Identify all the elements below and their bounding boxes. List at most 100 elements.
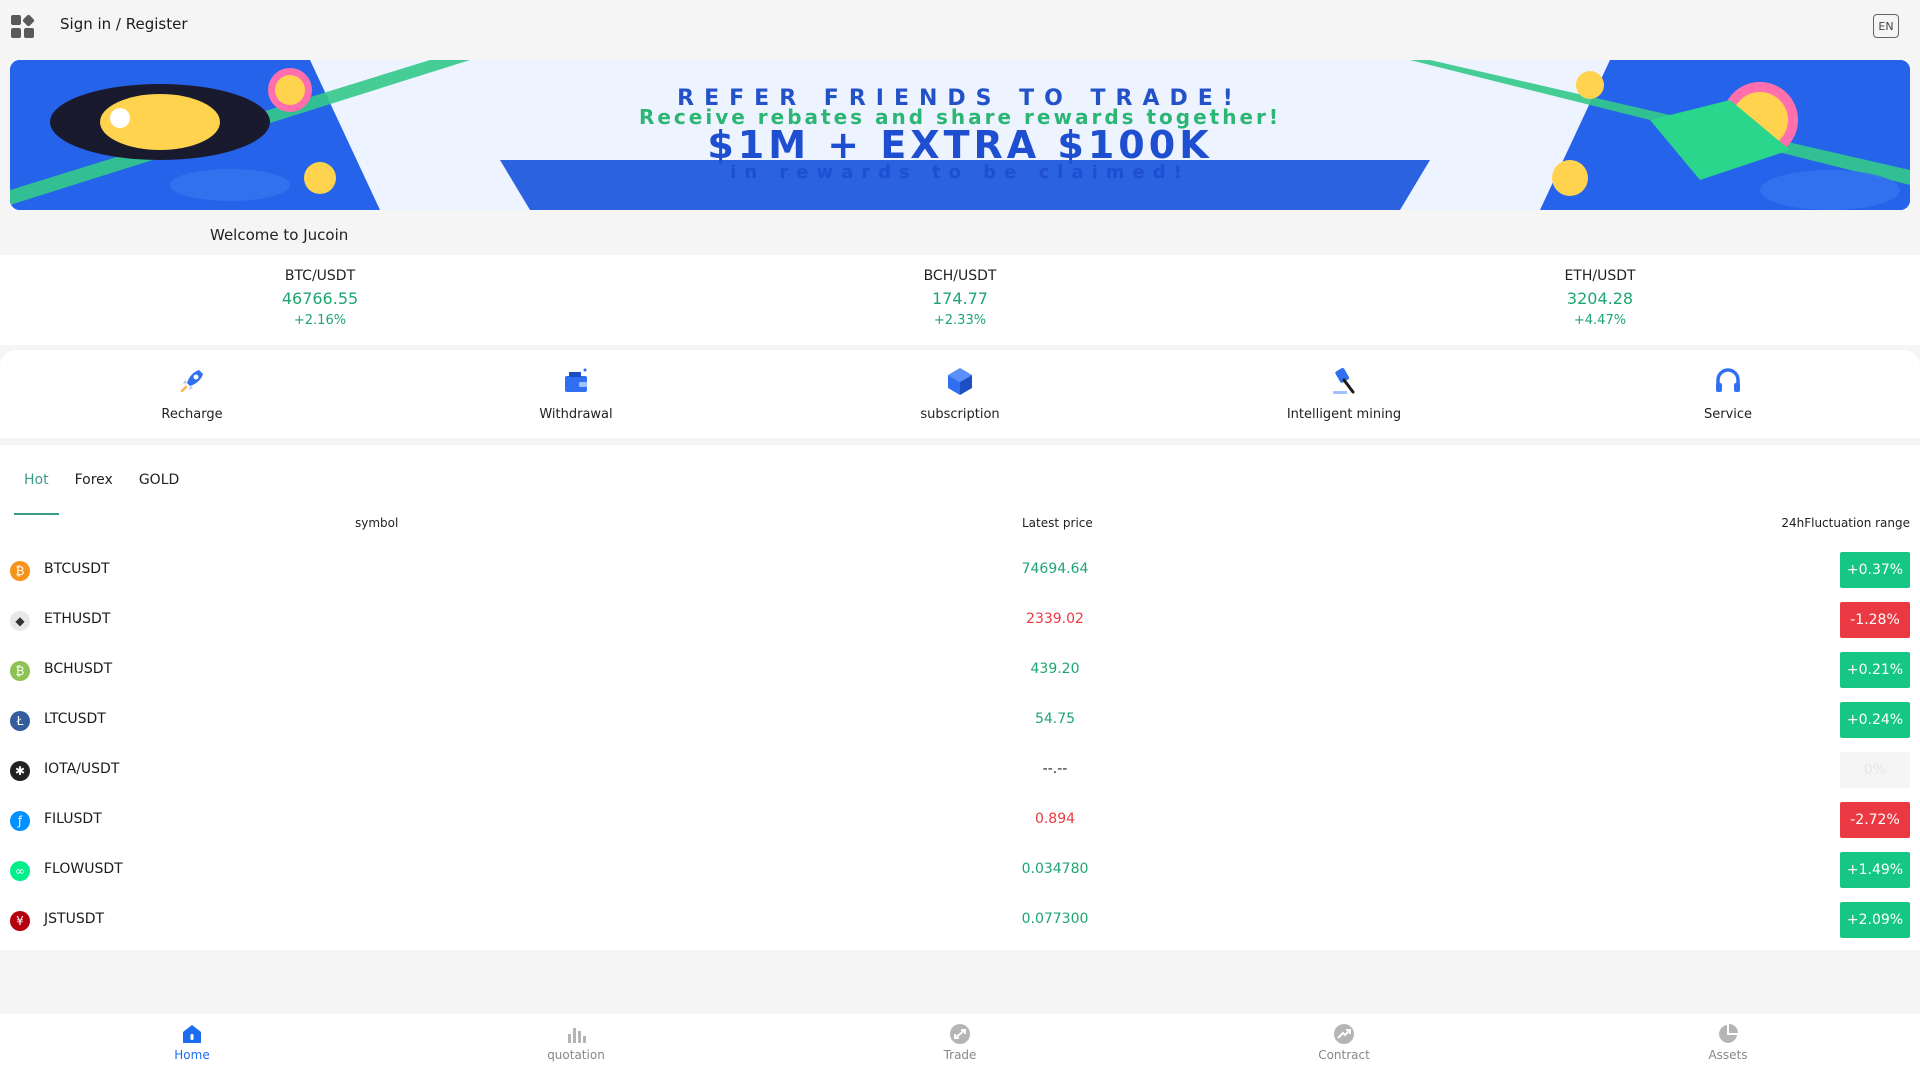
ticker-pair: BTC/USDT	[284, 268, 356, 284]
shortcut-label: Service	[1703, 407, 1753, 422]
signin-register-link[interactable]: Sign in / Register	[60, 15, 188, 33]
row-symbol: IOTA/USDT	[44, 761, 120, 777]
ticker-pair: ETH/USDT	[1564, 268, 1636, 284]
bitcoin-cash-icon: ₿	[10, 661, 30, 681]
pie-chart-icon	[1719, 1024, 1738, 1043]
row-price: 2339.02	[1026, 611, 1084, 627]
row-symbol: FILUSDT	[44, 811, 102, 827]
shortcut-intelligent-mining[interactable]: Intelligent mining	[1152, 350, 1536, 438]
change-badge: +1.49%	[1840, 852, 1910, 888]
home-icon	[183, 1025, 201, 1043]
table-row[interactable]: ¥ JSTUSDT 0.077300 +2.09%	[0, 895, 1920, 945]
column-header-range: 24hFluctuation range	[1781, 516, 1910, 530]
nav-label: Home	[174, 1048, 210, 1062]
change-badge: +0.24%	[1840, 702, 1910, 738]
row-symbol: BTCUSDT	[44, 561, 110, 577]
tab-hot[interactable]: Hot	[14, 465, 59, 515]
shortcut-label: Recharge	[161, 407, 223, 422]
promo-banner[interactable]: REFER FRIENDS TO TRADE! Receive rebates …	[10, 60, 1910, 210]
market-rows: ₿ BTCUSDT 74694.64 +0.37% ◆ ETHUSDT 2339.02 -1.…	[0, 545, 1920, 945]
table-row[interactable]: Ł LTCUSDT 54.75 +0.24%	[0, 695, 1920, 745]
row-symbol: FLOWUSDT	[44, 861, 123, 877]
ticker-change: +2.33%	[933, 313, 987, 328]
tab-forex[interactable]: Forex	[65, 465, 123, 495]
ticker-price: 46766.55	[281, 289, 359, 308]
iota-icon: ✱	[10, 761, 30, 781]
row-symbol: LTCUSDT	[44, 711, 106, 727]
nav-assets[interactable]: Assets	[1536, 1014, 1920, 1080]
nav-label: Trade	[943, 1048, 977, 1062]
nav-trade[interactable]: Trade	[768, 1014, 1152, 1080]
language-button[interactable]: EN	[1873, 14, 1899, 38]
headset-icon	[1716, 368, 1740, 392]
row-price: 0.894	[1034, 811, 1076, 827]
change-badge: -2.72%	[1840, 802, 1910, 838]
bitcoin-icon: ₿	[10, 561, 30, 581]
banner-line-3: $1M + EXTRA $100K	[707, 123, 1212, 167]
shortcut-label: Withdrawal	[539, 407, 613, 422]
cube-icon	[948, 368, 972, 395]
row-symbol: BCHUSDT	[44, 661, 113, 677]
banner-artwork: REFER FRIENDS TO TRADE! Receive rebates …	[10, 60, 1910, 210]
row-symbol: JSTUSDT	[44, 911, 105, 927]
ticker-price: 174.77	[932, 289, 988, 308]
table-row[interactable]: ∞ FLOWUSDT 0.034780 +1.49%	[0, 845, 1920, 895]
row-price: 439.20	[1030, 661, 1080, 677]
column-header-price: Latest price	[1022, 516, 1093, 530]
shortcut-subscription[interactable]: subscription	[768, 350, 1152, 438]
tab-gold[interactable]: GOLD	[129, 465, 189, 495]
row-price: 74694.64	[1021, 561, 1089, 577]
market-tabs: Hot Forex GOLD	[14, 465, 195, 515]
wallet-icon	[565, 368, 587, 392]
flow-icon: ∞	[10, 861, 30, 881]
row-price: 54.75	[1034, 711, 1076, 727]
litecoin-icon: Ł	[10, 711, 30, 731]
ticker-price: 3204.28	[1566, 289, 1634, 308]
row-price: 0.034780	[1021, 861, 1089, 877]
nav-label: Assets	[1708, 1048, 1748, 1062]
ethereum-icon: ◆	[10, 611, 30, 631]
shortcut-label: Intelligent mining	[1286, 407, 1402, 422]
nav-quotation[interactable]: quotation	[384, 1014, 768, 1080]
rocket-icon	[180, 370, 203, 393]
filecoin-icon: ƒ	[10, 811, 30, 831]
trade-icon	[950, 1024, 970, 1044]
nav-home[interactable]: Home	[0, 1014, 384, 1080]
nav-contract[interactable]: Contract	[1152, 1014, 1536, 1080]
shortcut-label: subscription	[920, 407, 1000, 422]
bottom-nav: Home quotation Trade Contract Assets	[0, 1014, 1920, 1080]
ticker-card[interactable]: ETH/USDT 3204.28 +4.47%	[1280, 255, 1920, 345]
shortcut-service[interactable]: Service	[1536, 350, 1920, 438]
just-icon: ¥	[10, 911, 30, 931]
banner-line-4: in rewards to be claimed!	[730, 162, 1190, 183]
table-row[interactable]: ◆ ETHUSDT 2339.02 -1.28%	[0, 595, 1920, 645]
row-price: 0.077300	[1021, 911, 1089, 927]
ticker-card[interactable]: BTC/USDT 46766.55 +2.16%	[0, 255, 640, 345]
table-row[interactable]: ₿ BCHUSDT 439.20 +0.21%	[0, 645, 1920, 695]
hammer-icon	[1333, 368, 1355, 394]
ticker-strip: BTC/USDT 46766.55 +2.16% BCH/USDT 174.77…	[0, 255, 1920, 345]
table-row[interactable]: ₿ BTCUSDT 74694.64 +0.37%	[0, 545, 1920, 595]
market-panel: Hot Forex GOLD symbol Latest price 24hFl…	[0, 445, 1920, 950]
change-badge: +0.21%	[1840, 652, 1910, 688]
row-price: --.--	[1042, 761, 1068, 777]
contract-icon	[1334, 1024, 1354, 1044]
welcome-text: Welcome to Jucoin	[210, 226, 349, 244]
grid-apps-icon[interactable]	[10, 14, 36, 40]
table-row[interactable]: ✱ IOTA/USDT --.-- 0%	[0, 745, 1920, 795]
ticker-change: +4.47%	[1573, 313, 1627, 328]
top-header: Sign in / Register EN	[0, 0, 1920, 50]
shortcut-withdrawal[interactable]: Withdrawal	[384, 350, 768, 438]
change-badge: +0.37%	[1840, 552, 1910, 588]
change-badge: +2.09%	[1840, 902, 1910, 938]
shortcut-recharge[interactable]: Recharge	[0, 350, 384, 438]
ticker-pair: BCH/USDT	[923, 268, 997, 284]
nav-label: quotation	[547, 1048, 605, 1062]
table-row[interactable]: ƒ FILUSDT 0.894 -2.72%	[0, 795, 1920, 845]
ticker-card[interactable]: BCH/USDT 174.77 +2.33%	[640, 255, 1280, 345]
change-badge: 0%	[1840, 752, 1910, 788]
change-badge: -1.28%	[1840, 602, 1910, 638]
row-symbol: ETHUSDT	[44, 611, 111, 627]
shortcut-bar: Recharge Withdrawal subscription Intelli…	[0, 350, 1920, 438]
bar-chart-icon	[568, 1028, 586, 1043]
